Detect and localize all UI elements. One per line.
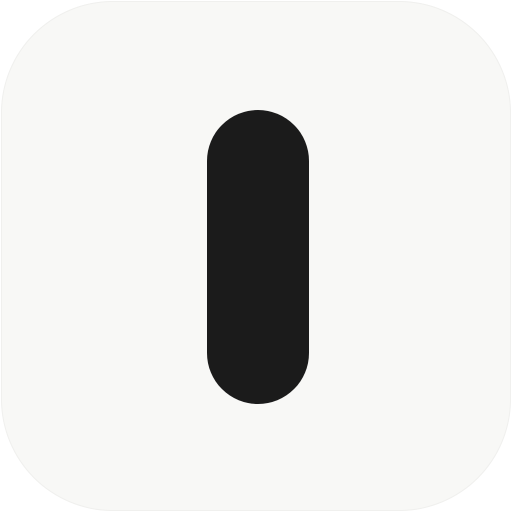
rounded-pill-icon (207, 110, 309, 404)
app-icon[interactable] (1, 1, 511, 511)
